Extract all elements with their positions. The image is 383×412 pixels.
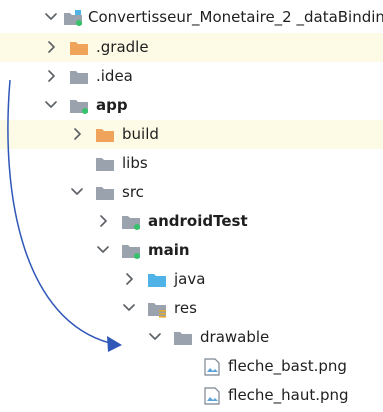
- project-module-icon: [64, 10, 82, 26]
- tree-row-res[interactable]: res: [0, 294, 383, 323]
- module-folder-icon: [70, 100, 88, 114]
- chevron-right-icon[interactable]: [44, 67, 58, 85]
- chevron-right-icon[interactable]: [44, 38, 58, 56]
- image-file-icon: [204, 387, 220, 405]
- tree-row-app[interactable]: app: [0, 91, 383, 120]
- tree-row-root[interactable]: Convertisseur_Monetaire_2 _dataBinding: [0, 3, 383, 32]
- main-label: main: [148, 241, 190, 259]
- build-label: build: [122, 125, 159, 143]
- source-folder-icon: [122, 245, 140, 259]
- tree-row-drawable[interactable]: drawable: [0, 323, 383, 352]
- tree-row-main[interactable]: main: [0, 236, 383, 265]
- gradle-label: .gradle: [96, 38, 149, 56]
- idea-label: .idea: [96, 67, 133, 85]
- chevron-right-icon[interactable]: [96, 212, 110, 230]
- file-label: fleche_bast.png: [228, 357, 347, 375]
- project-tree: Convertisseur_Monetaire_2 _dataBinding .…: [0, 0, 383, 412]
- src-label: src: [122, 183, 144, 201]
- tree-row-idea[interactable]: .idea: [0, 62, 383, 91]
- chevron-right-icon[interactable]: [70, 125, 84, 143]
- tree-row-file[interactable]: fleche_bast.png: [0, 352, 383, 381]
- android-test-label: androidTest: [148, 212, 248, 230]
- chevron-down-icon[interactable]: [44, 8, 58, 26]
- tree-row-libs[interactable]: libs: [0, 149, 383, 178]
- folder-icon: [96, 129, 114, 142]
- java-label: java: [174, 270, 206, 288]
- chevron-down-icon[interactable]: [148, 328, 162, 346]
- tree-row-java[interactable]: java: [0, 265, 383, 294]
- resources-folder-icon: [148, 303, 166, 318]
- tree-row-gradle[interactable]: .gradle: [0, 33, 383, 62]
- java-source-folder-icon: [148, 274, 166, 287]
- tree-row-build[interactable]: build: [0, 120, 383, 149]
- drawable-label: drawable: [200, 328, 270, 346]
- app-label: app: [96, 96, 128, 114]
- res-label: res: [174, 299, 197, 317]
- chevron-down-icon[interactable]: [44, 96, 58, 114]
- tree-row-file[interactable]: fleche_haut.png: [0, 381, 383, 410]
- image-file-icon: [204, 358, 220, 376]
- chevron-down-icon[interactable]: [122, 299, 136, 317]
- root-label: Convertisseur_Monetaire_2 _dataBinding: [88, 8, 383, 26]
- libs-label: libs: [122, 154, 148, 172]
- file-label: fleche_haut.png: [228, 386, 349, 404]
- folder-icon: [174, 332, 192, 345]
- folder-icon: [70, 42, 88, 55]
- folder-icon: [96, 158, 114, 171]
- tree-row-android-test[interactable]: androidTest: [0, 207, 383, 236]
- chevron-right-icon[interactable]: [122, 270, 136, 288]
- folder-icon: [96, 187, 114, 200]
- folder-icon: [70, 71, 88, 84]
- chevron-down-icon[interactable]: [96, 241, 110, 259]
- tree-row-src[interactable]: src: [0, 178, 383, 207]
- chevron-down-icon[interactable]: [70, 183, 84, 201]
- source-folder-icon: [122, 216, 140, 230]
